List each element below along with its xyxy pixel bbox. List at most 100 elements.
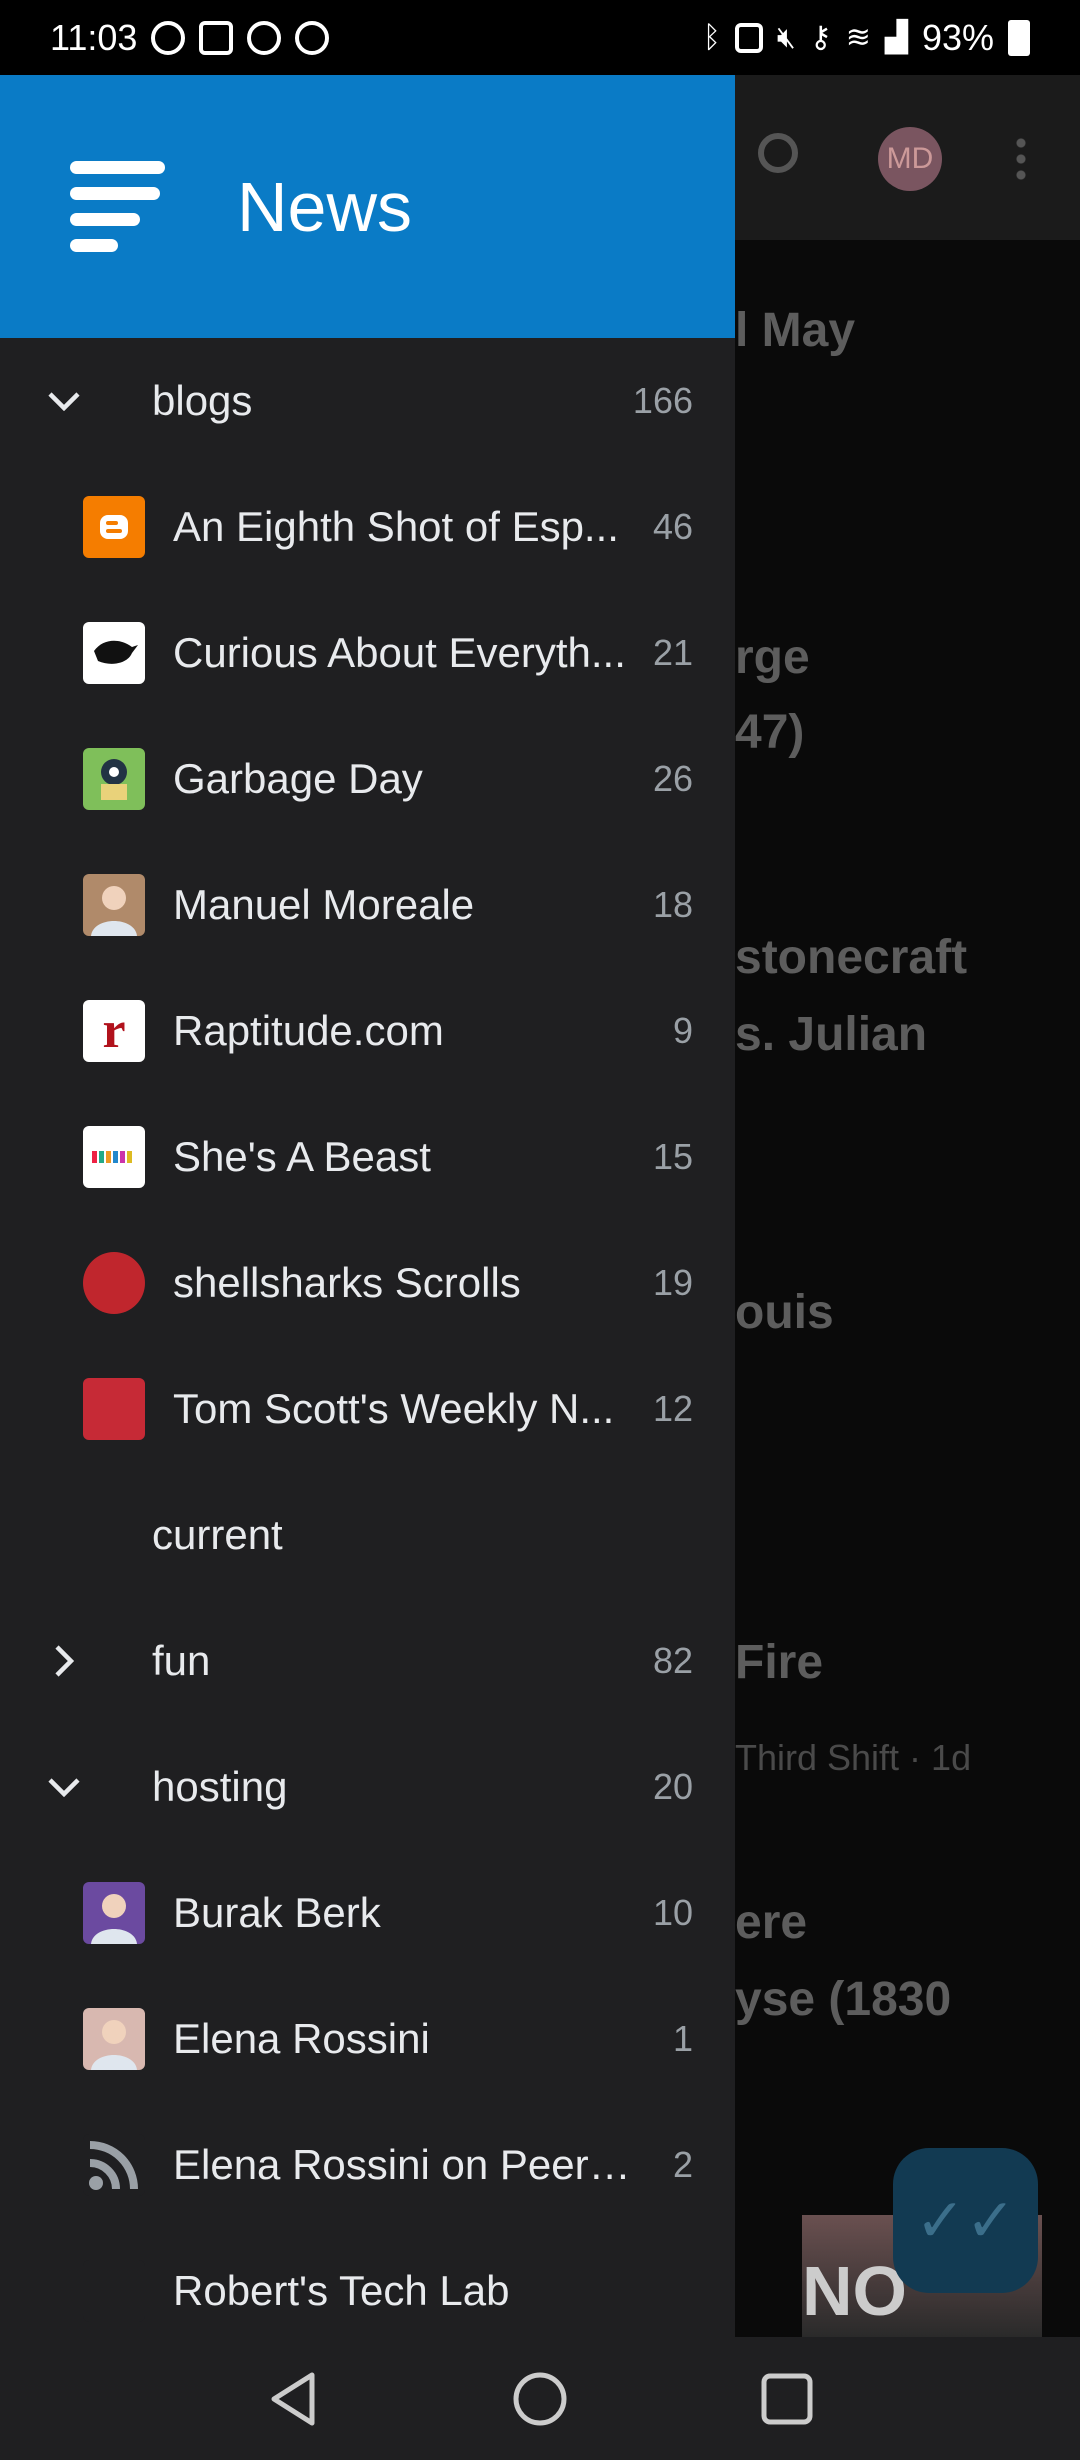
raptitude-icon: r: [83, 1000, 145, 1062]
whatsapp-icon: [199, 20, 234, 55]
folder-row-current[interactable]: current: [0, 1472, 735, 1598]
unread-count: 26: [652, 758, 693, 799]
unread-count: 82: [652, 1640, 693, 1681]
robert-icon: [83, 2260, 145, 2322]
feed-row[interactable]: Curious About Everyth... 21: [0, 590, 735, 716]
bg-article-text: 47): [735, 706, 805, 759]
bg-article-text: ere: [735, 1896, 808, 1949]
feed-row[interactable]: An Eighth Shot of Esp... 46: [0, 464, 735, 590]
unread-count: 46: [652, 506, 693, 547]
folder-label: hosting: [152, 1763, 288, 1810]
unread-count: 19: [652, 1262, 693, 1303]
feed-row[interactable]: Tom Scott's Weekly N... 12: [0, 1346, 735, 1472]
news-app-icon: [70, 157, 170, 257]
feed-row[interactable]: Manuel Moreale 18: [0, 842, 735, 968]
blogger-icon: [83, 496, 145, 558]
feed-row[interactable]: She's A Beast 15: [0, 1094, 735, 1220]
wifi-icon: ≋: [845, 21, 871, 54]
bg-article-text: rge: [735, 631, 810, 684]
rss-icon: [83, 2134, 145, 2196]
garbage-day-icon: [83, 748, 145, 810]
status-right: ᛒ 🔇︎ ⚷ ≋ ▟ 93%: [703, 17, 1030, 59]
recents-button[interactable]: [757, 2369, 817, 2429]
bg-article-meta: Third Shift · 1d: [735, 1737, 972, 1778]
feed-row[interactable]: Burak Berk 10: [0, 1850, 735, 1976]
mark-all-read-button: ✓✓: [893, 2148, 1038, 2293]
feed-label: Manuel Moreale: [173, 881, 475, 928]
unread-count: 2: [672, 2144, 693, 2185]
bg-thumbnail-text: NO: [802, 2252, 907, 2330]
person-avatar-icon: [83, 874, 145, 936]
more-options-icon: [1016, 135, 1026, 181]
unread-count: 12: [652, 1388, 693, 1429]
feed-label: She's A Beast: [173, 1133, 431, 1180]
bg-article-text: ouis: [735, 1286, 834, 1339]
feed-label: Elena Rossini: [173, 2015, 430, 2062]
nfc-icon: [734, 22, 763, 53]
unread-count: 18: [652, 884, 693, 925]
chevron-down-icon[interactable]: [44, 1767, 84, 1807]
mute-icon: 🔇︎: [776, 20, 796, 54]
signal-icon: ▟: [884, 21, 908, 54]
unread-count: 166: [632, 380, 693, 421]
back-button[interactable]: [263, 2369, 323, 2429]
unread-count: 10: [652, 1892, 693, 1933]
folder-label: fun: [152, 1637, 211, 1684]
account-avatar: MD: [878, 127, 942, 191]
feed-label: Burak Berk: [173, 1889, 381, 1936]
feed-label: Curious About Everyth...: [173, 629, 626, 676]
feed-row[interactable]: Robert's Tech Lab: [0, 2228, 735, 2337]
feed-label: Tom Scott's Weekly N...: [173, 1385, 615, 1432]
home-button[interactable]: [510, 2369, 570, 2429]
drawer-title: News: [237, 167, 413, 246]
status-bar: 11:03 ᛒ 🔇︎ ⚷ ≋ ▟ 93%: [0, 0, 1080, 75]
elena-avatar-icon: [83, 2008, 145, 2070]
crow-icon: [83, 622, 145, 684]
vpn-key-icon: ⚷: [809, 21, 832, 54]
status-left: 11:03: [50, 16, 330, 59]
folder-row-blogs[interactable]: blogs 166: [0, 338, 735, 464]
tom-scott-icon: [83, 1378, 145, 1440]
search-icon: [758, 133, 798, 173]
unread-count: 15: [652, 1136, 693, 1177]
chevron-down-icon[interactable]: [44, 381, 84, 421]
feed-label: Robert's Tech Lab: [173, 2267, 510, 2314]
folder-row-hosting[interactable]: hosting 20: [0, 1724, 735, 1850]
feed-label: shellsharks Scrolls: [173, 1259, 521, 1306]
chevron-right-icon[interactable]: [44, 1641, 84, 1681]
bg-article-text: stonecraft: [735, 931, 968, 984]
verified-heart-icon: [247, 20, 282, 55]
feed-label: Raptitude.com: [173, 1007, 444, 1054]
feed-row[interactable]: r Raptitude.com 9: [0, 968, 735, 1094]
folder-label: current: [152, 1511, 283, 1558]
feed-row[interactable]: Elena Rossini 1: [0, 1976, 735, 2102]
bg-article-text: Fire: [735, 1636, 824, 1689]
check-circle-icon: [151, 20, 186, 55]
bg-article-text: l May: [735, 304, 856, 357]
shellsharks-icon: [83, 1252, 145, 1314]
feed-row[interactable]: Elena Rossini on PeerT... 2: [0, 2102, 735, 2228]
feed-label: Garbage Day: [173, 755, 423, 802]
unread-count: 20: [652, 1766, 693, 1807]
folder-label: blogs: [152, 377, 253, 424]
unread-count: 9: [672, 1010, 693, 1051]
feed-label: Elena Rossini on PeerT...: [173, 2141, 643, 2188]
burak-avatar-icon: [83, 1882, 145, 1944]
battery-percent: 93%: [921, 16, 994, 58]
feed-row[interactable]: shellsharks Scrolls 19: [0, 1220, 735, 1346]
feed-label: An Eighth Shot of Esp...: [173, 503, 619, 550]
feed-row[interactable]: Garbage Day 26: [0, 716, 735, 842]
unread-count: 1: [672, 2018, 693, 2059]
battery-icon: [1008, 19, 1030, 56]
navigation-drawer: News blogs 166 An Eighth Shot of Esp... 46 C…: [0, 75, 735, 2337]
drawer-header: News: [0, 75, 735, 338]
bg-article-text: s. Julian: [735, 1008, 928, 1061]
system-nav-bar: [0, 2337, 1080, 2460]
bg-article-text: yse (1830: [735, 1973, 952, 2026]
folder-row-fun[interactable]: fun 82: [0, 1598, 735, 1724]
shes-a-beast-icon: [83, 1126, 145, 1188]
unread-count: 21: [652, 632, 693, 673]
bluetooth-icon: ᛒ: [702, 20, 721, 54]
status-time: 11:03: [50, 16, 138, 58]
location-pin-icon: [295, 20, 330, 55]
